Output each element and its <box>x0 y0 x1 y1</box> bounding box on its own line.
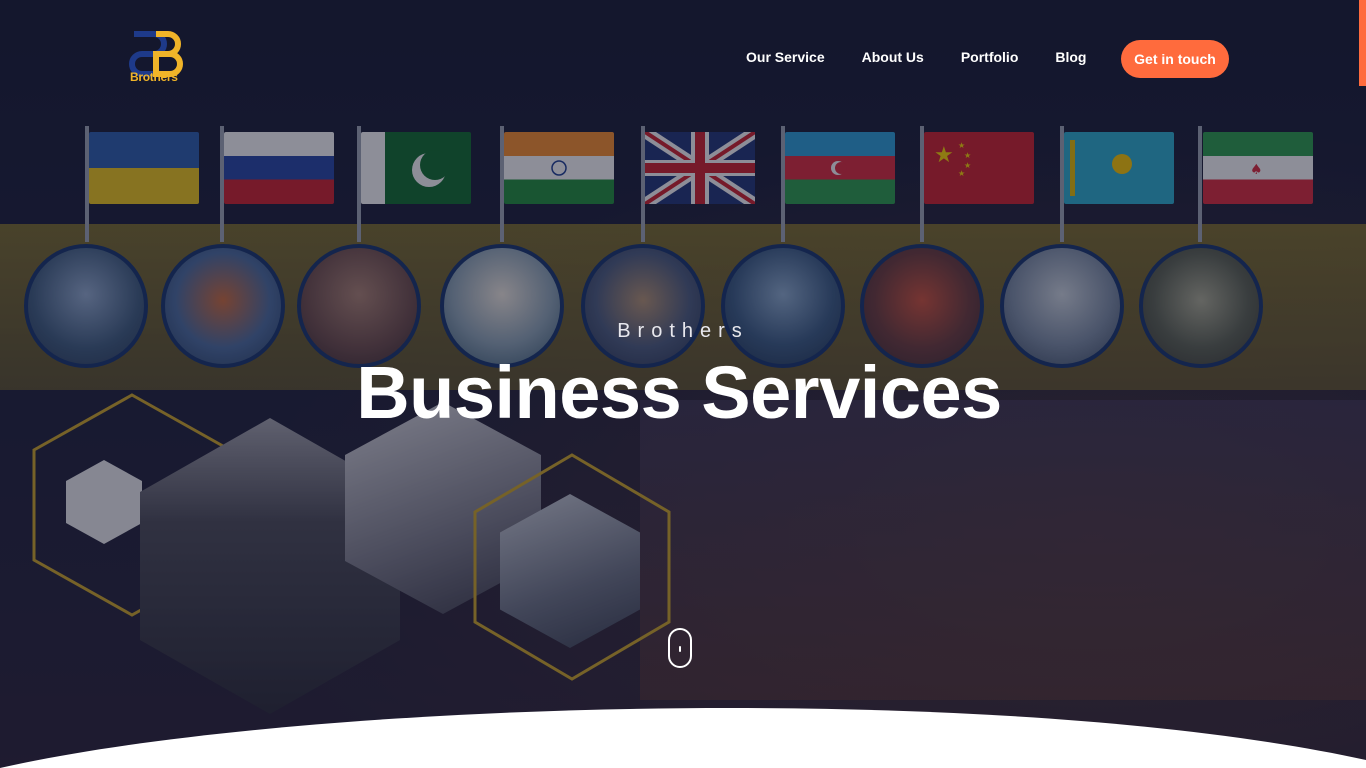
hero-subtitle: Brothers <box>617 320 749 342</box>
nav-blog[interactable]: Blog <box>1055 49 1086 65</box>
nav-our-service[interactable]: Our Service <box>746 49 825 65</box>
main-navigation: Our Service About Us Portfolio Blog <box>746 49 1123 65</box>
get-in-touch-button[interactable]: Get in touch <box>1121 40 1229 78</box>
hero-bottom-wave <box>0 708 1366 768</box>
nav-portfolio[interactable]: Portfolio <box>961 49 1019 65</box>
hero-title: Business Services <box>356 351 1002 434</box>
mouse-scroll-icon[interactable] <box>668 628 692 668</box>
logo-text: Brothers <box>130 70 178 84</box>
page-scrollbar[interactable] <box>1359 0 1366 86</box>
nav-about-us[interactable]: About Us <box>862 49 924 65</box>
